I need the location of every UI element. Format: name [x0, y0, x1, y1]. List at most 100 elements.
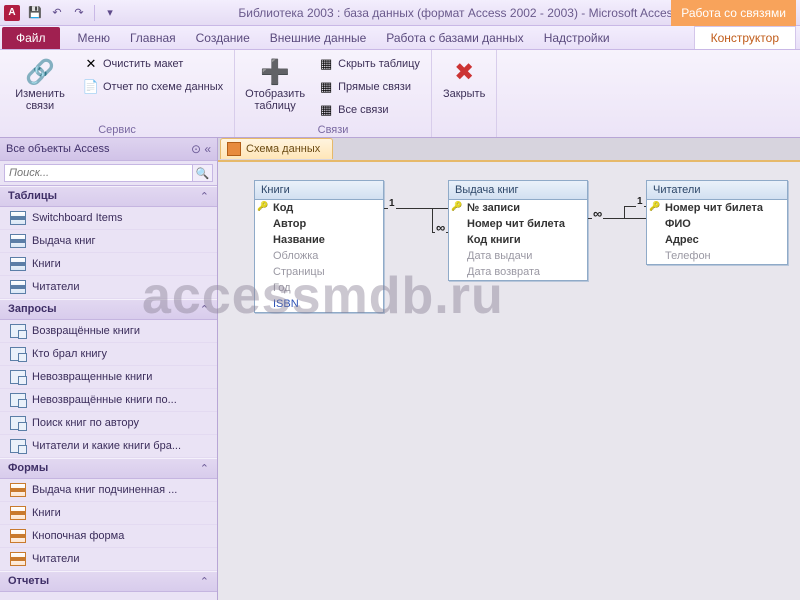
- cat-tables-label: Таблицы: [8, 190, 57, 203]
- title-bar: A 💾 ↶ ↷ ▾ Библиотека 2003 : база данных …: [0, 0, 800, 26]
- form-icon: [10, 552, 26, 566]
- table-field[interactable]: Телефон: [647, 248, 787, 264]
- save-icon[interactable]: 💾: [26, 4, 44, 22]
- table-field[interactable]: Код: [255, 200, 383, 216]
- table-field[interactable]: Номер чит билета: [647, 200, 787, 216]
- nav-item-query-unreturned[interactable]: Невозвращенные книги: [0, 366, 217, 389]
- chevron-up-icon: ⌃: [200, 303, 209, 316]
- tab-menu[interactable]: Меню: [68, 27, 120, 49]
- form-icon: [10, 506, 26, 520]
- nav-item-query-unreturned-by[interactable]: Невозвращённые книги по...: [0, 389, 217, 412]
- nav-category-reports[interactable]: Отчеты⌃: [0, 571, 217, 592]
- table-field[interactable]: Название: [255, 232, 383, 248]
- nav-item-query-search-author[interactable]: Поиск книг по автору: [0, 412, 217, 435]
- table-field[interactable]: ФИО: [647, 216, 787, 232]
- show-table-button[interactable]: ➕ Отобразить таблицу: [241, 53, 309, 115]
- table-field[interactable]: Дата возврата: [449, 264, 587, 280]
- tab-designer[interactable]: Конструктор: [694, 26, 796, 49]
- nav-item-label: Невозвращённые книги по...: [32, 394, 177, 406]
- table-title: Читатели: [647, 181, 787, 200]
- close-label: Закрыть: [443, 88, 485, 100]
- table-field[interactable]: Автор: [255, 216, 383, 232]
- nav-item-label: Кто брал книгу: [32, 348, 107, 360]
- form-icon: [10, 529, 26, 543]
- query-icon: [10, 370, 26, 384]
- clear-layout-button[interactable]: ✕ Очистить макет: [78, 53, 228, 75]
- nav-item-switchboard[interactable]: Switchboard Items: [0, 207, 217, 230]
- table-field[interactable]: № записи: [449, 200, 587, 216]
- direct-relationships-button[interactable]: ▦ Прямые связи: [313, 76, 425, 98]
- cat-forms-label: Формы: [8, 462, 48, 475]
- ribbon: 🔗 Изменить связи ✕ Очистить макет 📄 Отче…: [0, 50, 800, 138]
- nav-item-query-returned[interactable]: Возвращённые книги: [0, 320, 217, 343]
- chevron-down-icon[interactable]: ⊙ «: [191, 142, 211, 156]
- qat-customize-icon[interactable]: ▾: [101, 4, 119, 22]
- tab-file[interactable]: Файл: [2, 27, 60, 49]
- table-icon: [10, 211, 26, 225]
- report-icon: 📄: [83, 79, 99, 95]
- table-field[interactable]: Номер чит билета: [449, 216, 587, 232]
- nav-item-query-whoborrowed[interactable]: Кто брал книгу: [0, 343, 217, 366]
- nav-item-form-switchboard[interactable]: Кнопочная форма: [0, 525, 217, 548]
- search-icon[interactable]: 🔍: [193, 164, 213, 182]
- chevron-up-icon: ⌃: [200, 575, 209, 588]
- nav-category-tables[interactable]: Таблицы⌃: [0, 186, 217, 207]
- nav-item-form-books[interactable]: Книги: [0, 502, 217, 525]
- relationships-canvas[interactable]: Схема данных Книги Код Автор Название Об…: [218, 138, 800, 600]
- table-box-books[interactable]: Книги Код Автор Название Обложка Страниц…: [254, 180, 384, 313]
- nav-header-title: Все объекты Access: [6, 143, 109, 155]
- relationship-many-label: ∞: [435, 220, 446, 235]
- canvas-inner[interactable]: Книги Код Автор Название Обложка Страниц…: [218, 160, 800, 600]
- close-button[interactable]: ✖ Закрыть: [438, 53, 490, 103]
- nav-item-label: Кнопочная форма: [32, 530, 124, 542]
- nav-category-queries[interactable]: Запросы⌃: [0, 299, 217, 320]
- nav-item-query-readers-books[interactable]: Читатели и какие книги бра...: [0, 435, 217, 458]
- document-tab-schema[interactable]: Схема данных: [220, 138, 333, 159]
- redo-icon[interactable]: ↷: [70, 4, 88, 22]
- nav-header[interactable]: Все объекты Access ⊙ «: [0, 138, 217, 161]
- access-app-icon: A: [4, 5, 20, 21]
- nav-item-label: Книги: [32, 507, 61, 519]
- table-title: Выдача книг: [449, 181, 587, 200]
- tab-home[interactable]: Главная: [120, 27, 186, 49]
- tab-create[interactable]: Создание: [186, 27, 260, 49]
- nav-item-readers[interactable]: Читатели: [0, 276, 217, 299]
- all-relationships-button[interactable]: ▦ Все связи: [313, 99, 425, 121]
- ribbon-group-tools: 🔗 Изменить связи ✕ Очистить макет 📄 Отче…: [0, 50, 235, 137]
- table-field[interactable]: Год: [255, 280, 383, 296]
- table-icon: [10, 234, 26, 248]
- table-field[interactable]: ISBN: [255, 296, 383, 312]
- table-box-readers[interactable]: Читатели Номер чит билета ФИО Адрес Теле…: [646, 180, 788, 265]
- table-field[interactable]: Обложка: [255, 248, 383, 264]
- edit-relationships-button[interactable]: 🔗 Изменить связи: [6, 53, 74, 115]
- nav-item-lending[interactable]: Выдача книг: [0, 230, 217, 253]
- hide-table-button[interactable]: ▦ Скрыть таблицу: [313, 53, 425, 75]
- nav-item-label: Поиск книг по автору: [32, 417, 139, 429]
- all-rel-label: Все связи: [338, 104, 388, 116]
- ribbon-tabs: Файл Меню Главная Создание Внешние данны…: [0, 26, 800, 50]
- relationship-report-button[interactable]: 📄 Отчет по схеме данных: [78, 76, 228, 98]
- tab-addins[interactable]: Надстройки: [534, 27, 620, 49]
- search-input[interactable]: [4, 164, 193, 182]
- nav-item-label: Читатели: [32, 281, 80, 293]
- table-field[interactable]: Адрес: [647, 232, 787, 248]
- tab-external-data[interactable]: Внешние данные: [260, 27, 377, 49]
- nav-item-books[interactable]: Книги: [0, 253, 217, 276]
- query-icon: [10, 393, 26, 407]
- table-field[interactable]: Страницы: [255, 264, 383, 280]
- undo-icon[interactable]: ↶: [48, 4, 66, 22]
- relationship-many-label: ∞: [592, 206, 603, 221]
- nav-category-forms[interactable]: Формы⌃: [0, 458, 217, 479]
- contextual-tab-group: Работа со связями: [671, 0, 796, 26]
- table-field[interactable]: Код книги: [449, 232, 587, 248]
- relationship-line: [432, 208, 433, 232]
- nav-item-form-readers[interactable]: Читатели: [0, 548, 217, 571]
- table-field[interactable]: Дата выдачи: [449, 248, 587, 264]
- tab-database-tools[interactable]: Работа с базами данных: [376, 27, 533, 49]
- relationship-one-label: 1: [388, 198, 396, 209]
- table-box-lending[interactable]: Выдача книг № записи Номер чит билета Ко…: [448, 180, 588, 281]
- nav-item-label: Невозвращенные книги: [32, 371, 152, 383]
- document-tab-label: Схема данных: [246, 143, 320, 155]
- nav-item-form-lending-sub[interactable]: Выдача книг подчиненная ...: [0, 479, 217, 502]
- nav-item-label: Выдача книг: [32, 235, 96, 247]
